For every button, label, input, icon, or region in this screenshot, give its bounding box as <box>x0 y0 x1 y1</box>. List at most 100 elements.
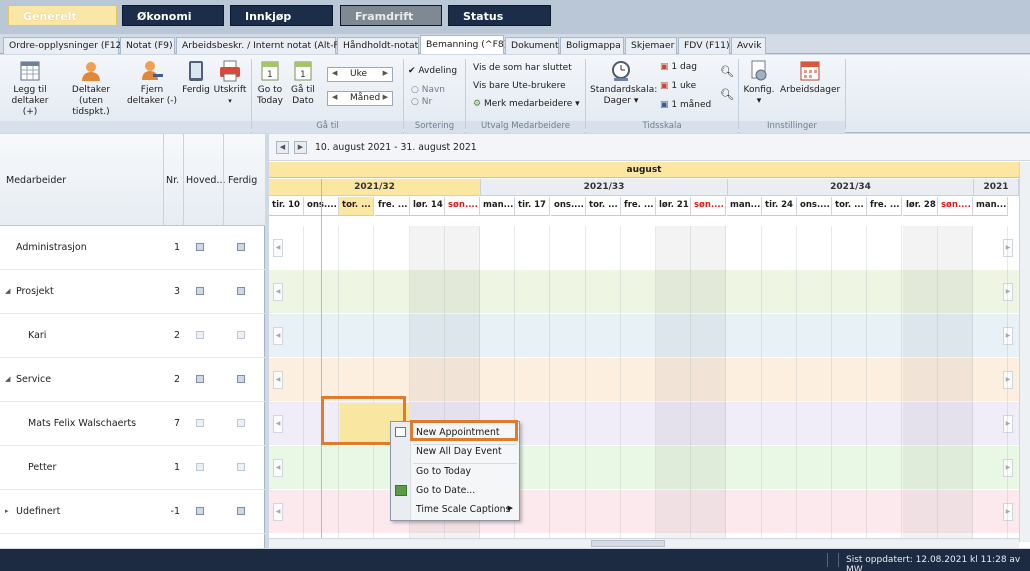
expand-arrow-icon[interactable]: ▸ <box>5 507 9 515</box>
employee-row[interactable]: Kari 2 <box>0 314 265 358</box>
day-header[interactable]: ons.... <box>551 197 586 216</box>
row-scroll-left-icon[interactable]: ◀ <box>273 459 283 477</box>
day-header[interactable]: tor. ... <box>339 197 374 216</box>
day-header[interactable]: fre. ... <box>375 197 410 216</box>
tab-dokument[interactable]: Dokument <box>505 37 559 54</box>
module-tab-framdrift[interactable]: Framdrift <box>340 5 442 26</box>
employee-row[interactable]: Petter 1 <box>0 446 265 490</box>
row-scroll-right-icon[interactable]: ▶ <box>1003 239 1013 257</box>
tab-bemanning[interactable]: Bemanning (^F8) <box>420 35 507 54</box>
employee-row[interactable]: ▸ Udefinert -1 <box>0 490 265 534</box>
show-finished-toggle[interactable]: Vis de som har sluttet <box>473 63 572 73</box>
col-nr[interactable]: Nr. <box>166 175 179 186</box>
tab-avvik[interactable]: Avvik <box>731 37 766 54</box>
module-tab-okonomi[interactable]: Økonomi <box>122 5 224 26</box>
day-header[interactable]: tir. 10 <box>269 197 304 216</box>
tab-handholdt-notat[interactable]: Håndholdt-notat <box>337 37 419 54</box>
employee-row[interactable]: ◢ Service 2 <box>0 358 265 402</box>
module-tab-innkjop[interactable]: Innkjøp <box>230 5 333 26</box>
day-header[interactable]: søn.... <box>938 197 973 216</box>
employee-row[interactable]: Administrasjon 1 <box>0 226 265 270</box>
module-tab-generelt[interactable]: Generelt <box>8 5 117 26</box>
scale-1-week[interactable]: ▣ 1 uke <box>660 81 696 91</box>
done-button[interactable]: Ferdig <box>181 59 211 96</box>
participant-no-time-button[interactable]: Deltaker (uten tidspkt.) <box>60 59 122 118</box>
day-header[interactable]: man... <box>727 197 762 216</box>
go-to-date-button[interactable]: 1 Gå til Dato <box>288 59 318 107</box>
scale-1-day[interactable]: ▣ 1 dag <box>660 62 697 72</box>
scale-1-month[interactable]: ▣ 1 måned <box>660 100 711 110</box>
row-scroll-right-icon[interactable]: ▶ <box>1003 283 1013 301</box>
month-spin[interactable]: ◀ Måned ▶ <box>327 91 393 106</box>
print-button[interactable]: Utskrift ▾ <box>213 59 247 107</box>
dept-checkbox[interactable]: ✔ Avdeling <box>408 66 457 76</box>
main-checkbox[interactable] <box>196 419 204 427</box>
tab-fdv[interactable]: FDV (F11) <box>678 37 730 54</box>
main-checkbox[interactable] <box>196 463 204 471</box>
select-employees-button[interactable]: ⚙ Merk medarbeidere ▾ <box>473 99 580 109</box>
tab-notat[interactable]: Notat (F9) <box>120 37 175 54</box>
day-header[interactable]: lør. 28 <box>903 197 938 216</box>
main-checkbox[interactable] <box>196 287 204 295</box>
row-scroll-left-icon[interactable]: ◀ <box>273 239 283 257</box>
row-scroll-right-icon[interactable]: ▶ <box>1003 415 1013 433</box>
row-scroll-right-icon[interactable]: ▶ <box>1003 459 1013 477</box>
module-tab-status[interactable]: Status <box>448 5 551 26</box>
done-checkbox[interactable] <box>237 287 245 295</box>
done-checkbox[interactable] <box>237 507 245 515</box>
done-checkbox[interactable] <box>237 375 245 383</box>
row-scroll-left-icon[interactable]: ◀ <box>273 327 283 345</box>
main-checkbox[interactable] <box>196 507 204 515</box>
row-scroll-right-icon[interactable]: ▶ <box>1003 503 1013 521</box>
day-header[interactable]: man... <box>973 197 1008 216</box>
tab-ordre-opplysninger[interactable]: Ordre-opplysninger (F12) <box>3 37 125 54</box>
next-range-button[interactable]: ▶ <box>294 141 307 154</box>
tab-skjemaer[interactable]: Skjemaer <box>625 37 677 54</box>
day-header[interactable]: lør. 14 <box>410 197 445 216</box>
week-spin[interactable]: ◀ Uke ▶ <box>327 67 393 82</box>
row-scroll-left-icon[interactable]: ◀ <box>273 283 283 301</box>
day-header[interactable]: lør. 21 <box>656 197 691 216</box>
day-header[interactable]: ons.... <box>797 197 832 216</box>
col-employee[interactable]: Medarbeider <box>6 175 66 186</box>
day-header[interactable]: fre. ... <box>621 197 656 216</box>
collapse-arrow-icon[interactable]: ◢ <box>5 375 10 383</box>
day-header[interactable]: tor. ... <box>832 197 867 216</box>
row-scroll-left-icon[interactable]: ◀ <box>273 503 283 521</box>
remove-participant-button[interactable]: Fjern deltaker (-) <box>126 59 178 107</box>
vertical-scrollbar[interactable] <box>1019 162 1030 542</box>
go-to-today-button[interactable]: 1 Go to Today <box>254 59 286 107</box>
day-header[interactable]: søn.... <box>445 197 480 216</box>
day-header[interactable]: man... <box>480 197 515 216</box>
main-checkbox[interactable] <box>196 331 204 339</box>
col-main[interactable]: Hoved... <box>186 175 226 186</box>
config-button[interactable]: Konfig. ▾ <box>742 59 776 107</box>
menu-go-to-date[interactable]: Go to Date... <box>391 482 519 501</box>
workdays-button[interactable]: Arbeidsdager <box>780 59 840 96</box>
col-done[interactable]: Ferdig <box>228 175 257 186</box>
menu-go-to-today[interactable]: Go to Today <box>391 463 519 482</box>
tab-arbeidsbeskr[interactable]: Arbeidsbeskr. / Internt notat (Alt-F9) <box>176 37 348 54</box>
row-scroll-right-icon[interactable]: ▶ <box>1003 327 1013 345</box>
day-header[interactable]: tir. 17 <box>515 197 550 216</box>
done-checkbox[interactable] <box>237 331 245 339</box>
main-checkbox[interactable] <box>196 375 204 383</box>
show-outside-toggle[interactable]: Vis bare Ute-brukere <box>473 81 566 91</box>
tab-boligmappa[interactable]: Boligmappa <box>560 37 624 54</box>
day-header[interactable]: fre. ... <box>867 197 902 216</box>
day-header[interactable]: søn.... <box>691 197 726 216</box>
employee-row[interactable]: Mats Felix Walschaerts 7 <box>0 402 265 446</box>
add-participant-button[interactable]: Legg til deltaker (+) <box>4 59 56 118</box>
employee-row[interactable]: ◢ Prosjekt 3 <box>0 270 265 314</box>
standard-scale-button[interactable]: Standardskala: Dager ▾ <box>590 59 657 107</box>
menu-new-all-day-event[interactable]: New All Day Event <box>391 443 519 462</box>
nr-radio[interactable]: ○ Nr <box>411 97 432 107</box>
row-scroll-left-icon[interactable]: ◀ <box>273 415 283 433</box>
done-checkbox[interactable] <box>237 243 245 251</box>
main-checkbox[interactable] <box>196 243 204 251</box>
horizontal-scrollbar[interactable] <box>269 538 1019 548</box>
row-scroll-right-icon[interactable]: ▶ <box>1003 371 1013 389</box>
collapse-arrow-icon[interactable]: ◢ <box>5 287 10 295</box>
day-header[interactable]: tir. 24 <box>762 197 797 216</box>
name-radio[interactable]: ○ Navn <box>411 85 445 95</box>
